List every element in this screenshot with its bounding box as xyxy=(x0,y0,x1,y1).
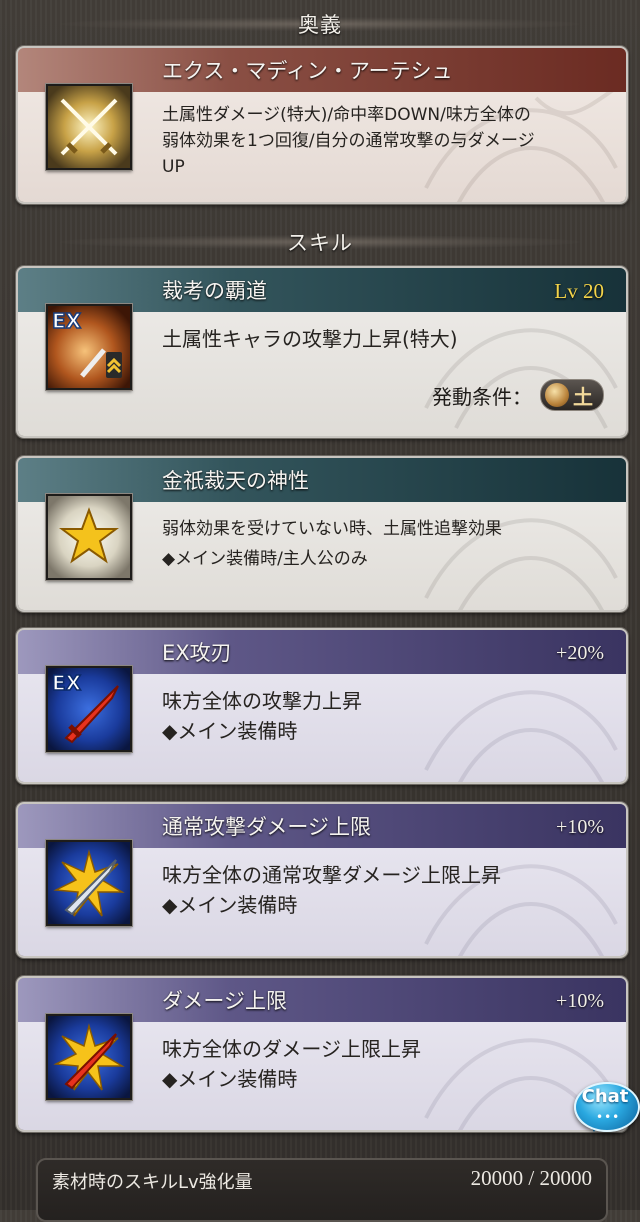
ougi-section-title: 奥義 xyxy=(298,13,342,37)
aura-skill-card[interactable]: ダメージ上限 +10% 味方全体のダメージ上限上昇 ◆メイン装備時 xyxy=(16,976,628,1132)
aura-skill-description: 味方全体の攻撃力上昇 ◆メイン装備時 xyxy=(162,686,606,746)
aura-desc-line: 味方全体の攻撃力上昇 xyxy=(162,689,362,713)
aura-skill-percent: +10% xyxy=(556,990,604,1012)
ex-red-sword-icon: EX xyxy=(46,666,132,752)
aura-desc-line: ◆メイン装備時 xyxy=(162,893,298,917)
aura-skill-description: 味方全体のダメージ上限上昇 ◆メイン装備時 xyxy=(162,1034,606,1094)
condition-element: 土 xyxy=(573,384,593,409)
earth-element-icon xyxy=(545,383,569,407)
silver-sword-burst-icon xyxy=(46,840,132,926)
aura-skill-name: ダメージ上限 xyxy=(162,989,287,1013)
chat-label: Chat xyxy=(581,1086,629,1107)
skill-desc-line: 弱体効果を受けていない時、土属性追撃効果 xyxy=(162,519,502,539)
skill-card[interactable]: 裁考の覇道 Lv 20 EX 土属性キャラの攻撃力上昇(特大) 発動条件： 土 xyxy=(16,266,628,438)
skill-description: 弱体効果を受けていない時、土属性追撃効果 ◆メイン装備時/主人公のみ xyxy=(162,514,606,574)
skill-desc-line: ◆メイン装備時/主人公のみ xyxy=(162,549,368,569)
ougi-desc-line: 弱体効果を1つ回復/自分の通常攻撃の与ダメージ xyxy=(162,131,535,151)
skill-name: 裁考の覇道 xyxy=(162,279,267,303)
skill-level-material-panel: 素材時のスキルLv強化量 20000 / 20000 xyxy=(36,1158,608,1222)
activation-condition: 発動条件： 土 xyxy=(432,378,604,412)
skill-level: Lv 20 xyxy=(554,279,604,303)
aura-desc-line: ◆メイン装備時 xyxy=(162,719,298,743)
condition-label: 発動条件： xyxy=(432,384,532,409)
ex-sword-boost-icon: EX xyxy=(46,304,132,390)
ougi-desc-line: UP xyxy=(162,157,185,177)
crossed-swords-icon xyxy=(46,84,132,170)
aura-skill-description: 味方全体の通常攻撃ダメージ上限上昇 ◆メイン装備時 xyxy=(162,860,606,920)
ex-badge-text: EX xyxy=(52,309,82,333)
aura-desc-line: 味方全体の通常攻撃ダメージ上限上昇 xyxy=(162,863,501,887)
skill-section-title: スキル xyxy=(287,231,353,255)
ougi-card[interactable]: エクス・マディン・アーテシュ 土属性ダメージ(特大)/命中率DOWN/味方全体の… xyxy=(16,46,628,204)
ougi-name: エクス・マディン・アーテシュ xyxy=(162,59,453,83)
aura-desc-line: 味方全体のダメージ上限上昇 xyxy=(162,1037,421,1061)
chat-dots: ••• xyxy=(596,1110,621,1124)
aura-skill-card[interactable]: 通常攻撃ダメージ上限 +10% 味方全体の通常攻撃ダメージ上限上昇 ◆メイン装備… xyxy=(16,802,628,958)
skill-section-header: スキル xyxy=(60,222,580,262)
skill-description: 土属性キャラの攻撃力上昇(特大) xyxy=(162,324,606,354)
gold-star-icon xyxy=(46,494,132,580)
chat-button[interactable]: Chat ••• xyxy=(574,1082,640,1134)
aura-skill-card[interactable]: EX攻刃 +20% EX 味方全体の攻撃力上昇 ◆メイン装備時 xyxy=(16,628,628,784)
aura-skill-percent: +20% xyxy=(556,642,604,664)
skill-name: 金祇裁天の神性 xyxy=(162,469,309,493)
skill-card[interactable]: 金祇裁天の神性 弱体効果を受けていない時、土属性追撃効果 ◆メイン装備時/主人公… xyxy=(16,456,628,612)
ougi-description: 土属性ダメージ(特大)/命中率DOWN/味方全体の 弱体効果を1つ回復/自分の通… xyxy=(162,102,606,180)
aura-skill-name: 通常攻撃ダメージ上限 xyxy=(162,815,371,839)
aura-skill-name: EX攻刃 xyxy=(162,641,232,665)
earth-element-badge: 土 xyxy=(540,379,604,411)
material-skill-value: 20000 / 20000 xyxy=(470,1166,592,1190)
ougi-section-header: 奥義 xyxy=(60,4,580,44)
svg-text:EX: EX xyxy=(52,671,82,695)
ougi-desc-line: 土属性ダメージ(特大)/命中率DOWN/味方全体の xyxy=(162,105,531,125)
aura-desc-line: ◆メイン装備時 xyxy=(162,1067,298,1091)
skill-desc-line: 土属性キャラの攻撃力上昇(特大) xyxy=(162,327,458,351)
material-skill-label: 素材時のスキルLv強化量 xyxy=(52,1172,253,1193)
aura-skill-percent: +10% xyxy=(556,816,604,838)
red-sword-burst-icon xyxy=(46,1014,132,1100)
